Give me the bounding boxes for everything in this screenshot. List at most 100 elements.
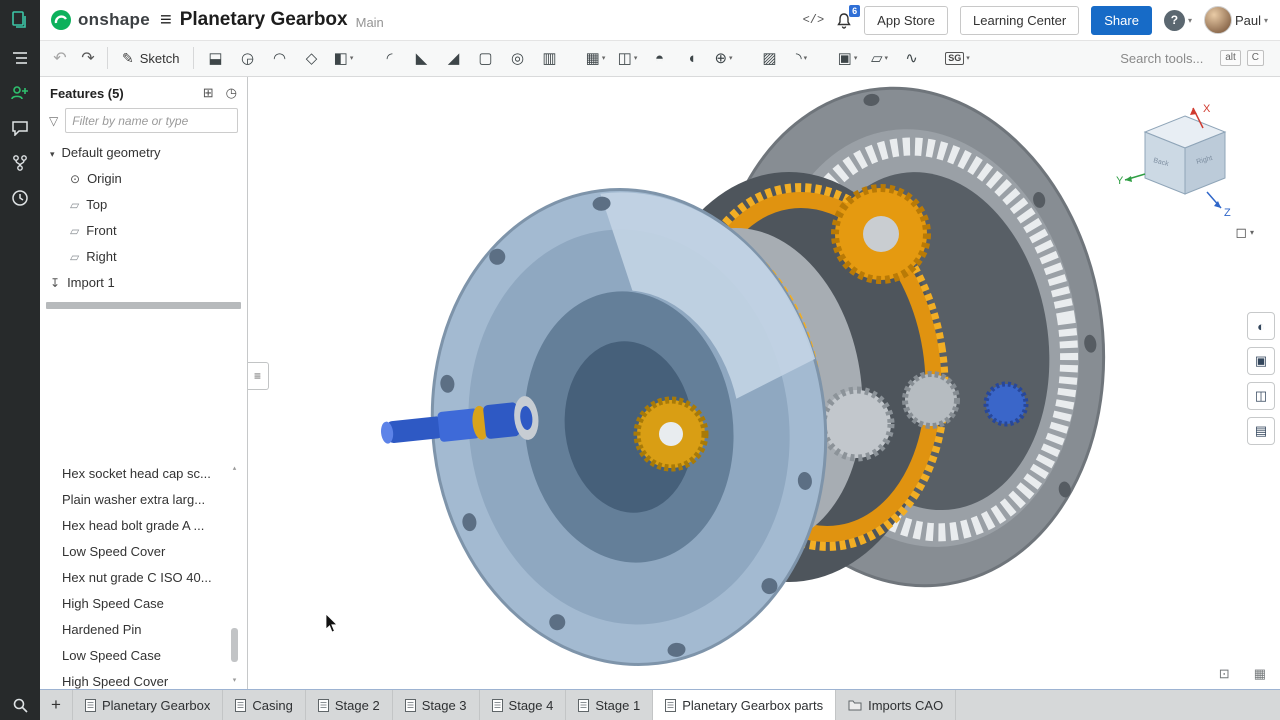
- plane-items: Top Front Right: [40, 191, 247, 269]
- undo-button[interactable]: ↶: [46, 44, 74, 72]
- tree-item-plane[interactable]: Front: [40, 217, 247, 243]
- document-tab[interactable]: Stage 4: [480, 690, 567, 720]
- feature-tree-icon[interactable]: [0, 40, 40, 75]
- share-users-icon[interactable]: [0, 75, 40, 110]
- loft-icon[interactable]: ◇: [295, 44, 327, 72]
- header-actions: </> 6 App Store Learning Center Share ? …: [803, 6, 1268, 35]
- tree-item-default-geometry[interactable]: Default geometry: [40, 139, 247, 165]
- draft-icon[interactable]: ◢: [437, 44, 469, 72]
- part-list-item[interactable]: Hex head bolt grade A ...: [40, 512, 230, 538]
- document-tab[interactable]: Stage 3: [393, 690, 480, 720]
- tree-item-origin[interactable]: Origin: [40, 165, 247, 191]
- axis-y-label: Y: [1116, 175, 1124, 187]
- code-icon[interactable]: </>: [803, 13, 825, 27]
- document-icon: [405, 699, 416, 712]
- tabs: Planetary Gearbox Casing: [73, 690, 1280, 720]
- part-list-item[interactable]: Hex socket head cap sc...: [40, 460, 230, 486]
- help-icon: ?: [1164, 10, 1185, 31]
- mirror-icon[interactable]: ◫: [611, 44, 643, 72]
- learning-center-button[interactable]: Learning Center: [960, 6, 1079, 35]
- scale-icon[interactable]: ▦: [1254, 666, 1266, 682]
- search-tools-input[interactable]: [1118, 50, 1214, 67]
- document-tab[interactable]: Stage 2: [306, 690, 393, 720]
- user-menu[interactable]: Paul ▾: [1204, 6, 1268, 34]
- viewport-corner-icons: ⊡ ▦: [1219, 666, 1266, 682]
- notifications-bell[interactable]: 6: [836, 12, 852, 29]
- app-store-button[interactable]: App Store: [864, 6, 948, 35]
- snapshot-icon[interactable]: ⊡: [1219, 666, 1230, 682]
- view-cube[interactable]: Right Back X Y Z: [1115, 94, 1255, 234]
- hole-icon[interactable]: ◎: [501, 44, 533, 72]
- plane-icon: [70, 197, 79, 212]
- display-mode-button[interactable]: ◐: [1247, 312, 1275, 340]
- isolate-button[interactable]: ▤: [1247, 417, 1275, 445]
- chamfer-icon[interactable]: ◣: [405, 44, 437, 72]
- shell-icon[interactable]: ▢: [469, 44, 501, 72]
- plane-icon[interactable]: ▱: [863, 44, 895, 72]
- graphics-viewport[interactable]: Right Back X Y Z ◻ ◐ ▣: [247, 76, 1280, 690]
- part-list-item[interactable]: High Speed Case: [40, 590, 230, 616]
- extrude-icon[interactable]: ⬓: [199, 44, 231, 72]
- show-hide-button[interactable]: ▣: [1247, 347, 1275, 375]
- gearbox-model[interactable]: [269, 82, 1109, 682]
- linear-pattern-icon[interactable]: ▦: [579, 44, 611, 72]
- document-tab[interactable]: Imports CAO: [836, 690, 956, 720]
- transform-icon[interactable]: ⊕: [707, 44, 739, 72]
- rib-icon[interactable]: ▥: [533, 44, 565, 72]
- scrollbar-thumb[interactable]: [231, 628, 238, 662]
- filter-icon[interactable]: ▽: [49, 114, 58, 128]
- delete-part-icon[interactable]: ▨: [753, 44, 785, 72]
- redo-button[interactable]: ↷: [74, 44, 102, 72]
- scroll-down-icon[interactable]: [230, 676, 239, 684]
- share-button[interactable]: Share: [1091, 6, 1152, 35]
- view-cube-menu[interactable]: ◻: [1235, 224, 1254, 241]
- modify-fillet-icon[interactable]: ◝: [785, 44, 817, 72]
- sketch-button[interactable]: ✎ Sketch: [113, 44, 188, 72]
- boolean-icon[interactable]: ◓: [643, 44, 675, 72]
- chevron-down-icon: ▾: [1264, 16, 1268, 25]
- tree-item-import[interactable]: Import 1: [40, 269, 247, 295]
- fillet-icon[interactable]: ◜: [373, 44, 405, 72]
- onshape-logo[interactable]: onshape: [50, 9, 150, 31]
- part-list-item[interactable]: Low Speed Cover: [40, 538, 230, 564]
- scroll-up-icon[interactable]: [230, 464, 239, 472]
- part-list-item[interactable]: Hardened Pin: [40, 616, 230, 642]
- document-tab[interactable]: Planetary Gearbox: [73, 690, 223, 720]
- part-list-item[interactable]: High Speed Cover: [40, 668, 230, 690]
- sweep-icon[interactable]: ◠: [263, 44, 295, 72]
- search-icon[interactable]: [0, 690, 40, 720]
- tree-item-plane[interactable]: Right: [40, 243, 247, 269]
- document-icon: [578, 699, 589, 712]
- panel-handle[interactable]: ≡: [247, 362, 269, 390]
- filter-input[interactable]: [65, 108, 238, 133]
- main-menu-icon[interactable]: ≡: [160, 9, 172, 32]
- documents-icon[interactable]: [0, 0, 40, 40]
- avatar: [1204, 6, 1232, 34]
- parts-scrollbar: [230, 464, 239, 684]
- thicken-icon[interactable]: ◧: [327, 44, 359, 72]
- chevron-down-icon: ▾: [1188, 16, 1192, 25]
- rollback-bar[interactable]: [46, 302, 241, 309]
- rollback-history-icon[interactable]: ◷: [226, 85, 237, 101]
- part-list-item[interactable]: Hex nut grade C ISO 40...: [40, 564, 230, 590]
- add-tab-button[interactable]: +: [40, 690, 73, 720]
- section-view-button[interactable]: ◫: [1247, 382, 1275, 410]
- history-icon[interactable]: [0, 180, 40, 215]
- helix-icon[interactable]: ∿: [895, 44, 927, 72]
- tree-item-plane[interactable]: Top: [40, 191, 247, 217]
- document-tab[interactable]: Stage 1: [566, 690, 653, 720]
- revolve-icon[interactable]: ◶: [231, 44, 263, 72]
- frame-icon[interactable]: ▣: [831, 44, 863, 72]
- part-list-item[interactable]: Low Speed Case: [40, 642, 230, 668]
- versions-icon[interactable]: [0, 145, 40, 180]
- chevron-down-icon: [50, 145, 55, 160]
- document-tab[interactable]: Casing: [223, 690, 305, 720]
- comments-icon[interactable]: [0, 110, 40, 145]
- help-menu[interactable]: ? ▾: [1164, 10, 1192, 31]
- sheet-metal-icon[interactable]: SG: [941, 44, 973, 72]
- insert-feature-icon[interactable]: ⊞: [203, 85, 214, 101]
- workspace-label[interactable]: Main: [356, 15, 384, 30]
- split-icon[interactable]: ◖: [675, 44, 707, 72]
- part-list-item[interactable]: Plain washer extra larg...: [40, 486, 230, 512]
- document-tab[interactable]: Planetary Gearbox parts: [653, 690, 836, 720]
